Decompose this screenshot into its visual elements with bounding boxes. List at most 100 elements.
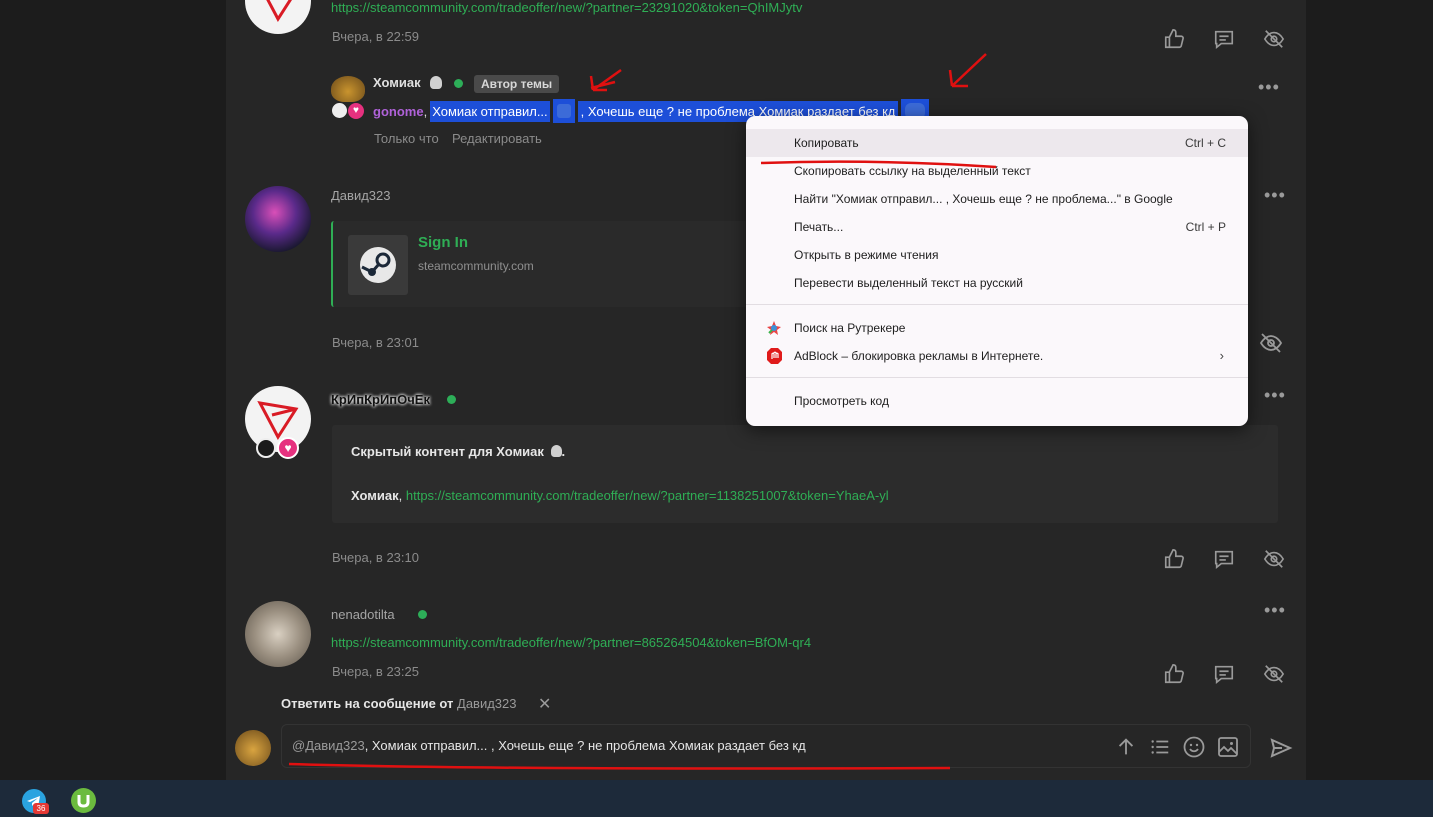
reply-target[interactable]: Давид323: [457, 696, 516, 711]
menu-item-copy[interactable]: Копировать Ctrl + C: [746, 129, 1248, 157]
menu-item-label: Копировать: [794, 136, 859, 150]
comment-icon[interactable]: [1210, 660, 1238, 688]
rutracker-icon: [766, 320, 782, 336]
annotation-underline: [760, 160, 997, 169]
hidden-content-block: [332, 425, 1278, 523]
menu-item-adblock[interactable]: AdBlock – блокировка рекламы в Интернете…: [746, 342, 1248, 370]
more-icon[interactable]: •••: [1264, 186, 1286, 204]
upload-icon[interactable]: [1115, 736, 1137, 763]
user-avatar[interactable]: [235, 730, 271, 766]
more-icon[interactable]: •••: [1258, 78, 1280, 96]
online-indicator: [447, 395, 456, 404]
reply-to-label: Ответить на сообщение от Давид323: [281, 696, 517, 711]
hidden-user[interactable]: Хомиак: [496, 444, 544, 459]
send-icon[interactable]: [1269, 736, 1293, 765]
notification-badge: 36: [33, 803, 49, 814]
menu-item-shortcut: Ctrl + P: [1185, 220, 1226, 234]
hide-icon[interactable]: [1258, 331, 1284, 360]
like-icon[interactable]: [1160, 660, 1188, 688]
post-author[interactable]: nenadotilta: [331, 607, 395, 622]
hidden-end: .: [561, 444, 566, 459]
post-author[interactable]: Давид323: [331, 188, 390, 203]
menu-item-rutracker[interactable]: Поиск на Рутрекере: [746, 314, 1248, 342]
menu-item-print[interactable]: Печать... Ctrl + P: [746, 213, 1248, 241]
heart-badge-icon: ♥: [348, 103, 364, 119]
hide-icon[interactable]: [1260, 25, 1288, 53]
embed-title[interactable]: Sign In: [418, 234, 468, 251]
heart-badge-icon: ♥: [277, 437, 299, 459]
composer-mention: @Давид323: [292, 738, 365, 753]
annotation-arrow-icon: [589, 68, 622, 92]
menu-item-shortcut: Ctrl + C: [1184, 136, 1226, 150]
embed-domain: steamcommunity.com: [418, 259, 534, 273]
menu-item-translate[interactable]: Перевести выделенный текст на русский: [746, 269, 1248, 297]
online-indicator: [418, 610, 427, 619]
post-time: Вчера, в 23:25: [332, 664, 419, 679]
post-time: Вчера, в 23:01: [332, 335, 419, 350]
more-icon[interactable]: •••: [1264, 386, 1286, 404]
like-icon[interactable]: [1160, 25, 1188, 53]
hidden-label: Скрытый контент для: [351, 444, 493, 459]
post-link[interactable]: https://steamcommunity.com/tradeoffer/ne…: [331, 635, 811, 650]
tron-logo-icon: [257, 401, 299, 440]
comment-icon[interactable]: [1210, 545, 1238, 573]
hide-icon[interactable]: [1260, 545, 1288, 573]
post-link[interactable]: https://steamcommunity.com/tradeoffer/ne…: [406, 488, 889, 503]
emoji-image: [552, 99, 575, 123]
tron-logo-icon: [266, 0, 292, 22]
list-icon[interactable]: [1149, 736, 1171, 763]
adblock-icon: [766, 347, 783, 365]
steam-icon: [348, 235, 408, 295]
post-actions: [1160, 660, 1288, 688]
mention[interactable]: Хомиак: [351, 488, 399, 503]
menu-item-label: Найти "Хомиак отправил... , Хочешь еще ?…: [794, 192, 1173, 206]
more-icon[interactable]: •••: [1264, 601, 1286, 619]
message-input-text[interactable]: @Давид323, Хомиак отправил... , Хочешь е…: [292, 738, 806, 753]
post-author[interactable]: КрИпКрИпОчЕк: [331, 392, 430, 407]
menu-item-label: Печать...: [794, 220, 844, 234]
user-icon: [550, 445, 562, 457]
menu-separator: [746, 377, 1248, 378]
online-indicator: [454, 79, 463, 88]
user-avatar[interactable]: [245, 186, 311, 252]
user-icon: [430, 76, 442, 89]
author-badge: Автор темы: [474, 75, 560, 93]
menu-item-label: Открыть в режиме чтения: [794, 248, 939, 262]
chevron-right-icon: ›: [1219, 348, 1224, 363]
emoji-icon[interactable]: [1182, 735, 1206, 764]
annotation-underline: [288, 762, 951, 770]
user-avatar[interactable]: [331, 76, 365, 102]
menu-item-label: AdBlock – блокировка рекламы в Интернете…: [794, 349, 1044, 363]
menu-item-search-google[interactable]: Найти "Хомиак отправил... , Хочешь еще ?…: [746, 185, 1248, 213]
hidden-content-header: Скрытый контент для Хомиак .: [351, 444, 565, 459]
menu-item-label: Поиск на Рутрекере: [794, 321, 906, 335]
user-badge-icon: [256, 438, 276, 458]
mention[interactable]: gonome: [373, 104, 424, 119]
post-link[interactable]: https://steamcommunity.com/tradeoffer/ne…: [331, 0, 802, 15]
post-time: Вчера, в 22:59: [332, 29, 419, 44]
menu-item-inspect[interactable]: Просмотреть код: [746, 387, 1248, 415]
utorrent-icon[interactable]: [71, 788, 96, 813]
reply-label: Ответить на сообщение от: [281, 696, 454, 711]
comment-time: Только что: [374, 131, 439, 146]
close-icon[interactable]: ✕: [538, 694, 551, 714]
like-icon[interactable]: [1160, 545, 1188, 573]
selected-text: Хомиак отправил...: [430, 100, 550, 122]
menu-item-reader-mode[interactable]: Открыть в режиме чтения: [746, 241, 1248, 269]
image-icon[interactable]: [1216, 735, 1240, 764]
edit-link[interactable]: Редактировать: [452, 131, 542, 146]
comment-author[interactable]: Хомиак: [373, 75, 421, 90]
taskbar: [0, 780, 1433, 817]
menu-separator: [746, 304, 1248, 305]
hide-icon[interactable]: [1260, 660, 1288, 688]
user-badge-icon: [332, 103, 347, 118]
comment-icon[interactable]: [1210, 25, 1238, 53]
menu-item-label: Просмотреть код: [794, 394, 889, 408]
annotation-arrow-icon: [948, 53, 987, 88]
post-time: Вчера, в 23:10: [332, 550, 419, 565]
hidden-content-body: Хомиак, https://steamcommunity.com/trade…: [351, 488, 889, 503]
menu-item-label: Перевести выделенный текст на русский: [794, 276, 1023, 290]
user-avatar[interactable]: [245, 601, 311, 667]
composer-text: , Хомиак отправил... , Хочешь еще ? не п…: [364, 738, 806, 753]
post-actions: [1160, 545, 1288, 573]
